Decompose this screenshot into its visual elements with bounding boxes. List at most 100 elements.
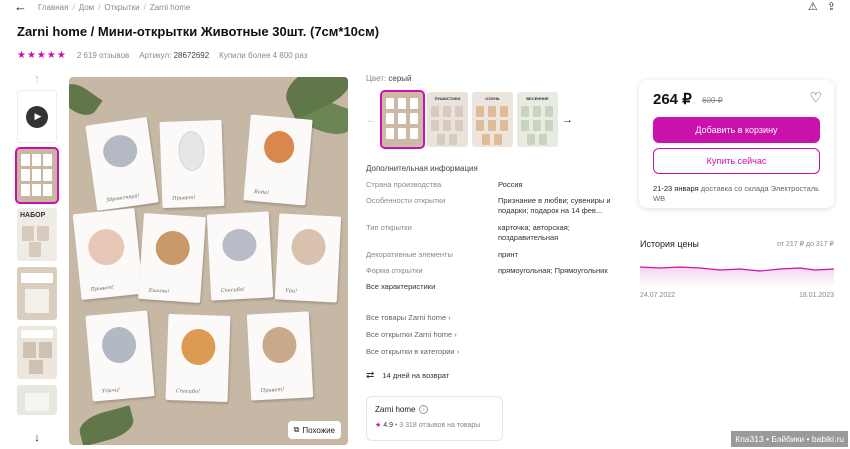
spec-key: Страна производства bbox=[366, 180, 442, 189]
similar-button[interactable]: ⧉ Похожие bbox=[287, 421, 341, 439]
share-icon[interactable]: ⇪ bbox=[827, 0, 836, 13]
variant-4[interactable]: ВЕСЕННИЕ bbox=[517, 92, 558, 147]
main-product-image[interactable]: Здравствуй! Привет! Вода! Привет! Ешьте!… bbox=[69, 77, 348, 445]
variant-label: ОСЕНЬ bbox=[485, 96, 500, 101]
seller-name[interactable]: Zarni home bbox=[375, 405, 415, 414]
spec-key: Форма открытки bbox=[366, 266, 423, 275]
breadcrumb: Главная / Дом / Открытки / Zarni home bbox=[38, 3, 190, 12]
variant-2[interactable]: ПУШИСТИКИ bbox=[427, 92, 468, 147]
return-icon: ⇄ bbox=[366, 370, 375, 381]
thumbnail-image-2[interactable]: НАБОР bbox=[17, 208, 57, 261]
breadcrumb-separator: / bbox=[72, 3, 75, 12]
card-signature: Привет! bbox=[90, 284, 115, 293]
card-dog: Привет! bbox=[72, 207, 144, 301]
price-history-range: от 217 ₽ до 317 ₽ bbox=[777, 241, 834, 248]
seller-rating-value: 4.9 bbox=[383, 422, 393, 429]
card-tiger: Спасибо! bbox=[165, 313, 231, 403]
thumb-up-arrow-icon[interactable]: ↑ bbox=[17, 72, 57, 90]
breadcrumb-item-dom[interactable]: Дом bbox=[79, 3, 94, 12]
card-bunny-2: Ура! bbox=[274, 213, 342, 303]
thumbnail-video[interactable]: ▶ bbox=[17, 90, 57, 143]
variant-label: ВЕСЕННИЕ bbox=[526, 96, 549, 101]
bought-count: Купили более 4 800 раз bbox=[219, 51, 308, 60]
article-number: Артикул: 28672692 bbox=[139, 51, 209, 60]
reviews-count-link[interactable]: 2 619 отзывов bbox=[77, 51, 129, 60]
star-icon: ★ bbox=[375, 422, 382, 429]
price-history-start-date: 24.07.2022 bbox=[640, 292, 676, 299]
all-brand-cards-link[interactable]: Все открытки Zarni home › bbox=[366, 330, 457, 339]
report-icon[interactable]: ⚠ bbox=[808, 0, 818, 13]
card-signature: Привет! bbox=[172, 194, 196, 202]
breadcrumb-separator: / bbox=[98, 3, 101, 12]
color-value: серый bbox=[388, 74, 412, 83]
thumbnail-image-3[interactable] bbox=[17, 267, 57, 320]
spec-value: принт bbox=[498, 250, 518, 259]
product-info: Цвет: серый ← ПУШИСТИКИ ОСЕНЬ ВЕСЕННИЕ → bbox=[366, 74, 626, 441]
variant-3[interactable]: ОСЕНЬ bbox=[472, 92, 513, 147]
similar-label: Похожие bbox=[302, 425, 335, 435]
thumbnail-image-5[interactable] bbox=[17, 385, 57, 415]
card-elephant: Здравствуй! bbox=[85, 117, 159, 211]
card-signature: Здравствуй! bbox=[105, 192, 140, 204]
price-history-title: История цены bbox=[640, 239, 699, 249]
color-variants: ← ПУШИСТИКИ ОСЕНЬ ВЕСЕННИЕ → bbox=[366, 90, 574, 149]
spec-key: Тип открытки bbox=[366, 223, 412, 232]
specs-title: Дополнительная информация bbox=[366, 164, 478, 173]
seller-card[interactable]: Zarni home i ★ 4.9 • 3 318 отзывов на то… bbox=[366, 396, 503, 441]
thumb-nabor-label: НАБОР bbox=[20, 212, 46, 219]
card-cat: Спасибо! bbox=[206, 211, 274, 301]
card-signature: Спасибо! bbox=[220, 286, 246, 295]
variants-next-arrow-icon[interactable]: → bbox=[562, 114, 574, 126]
spec-value: Россия bbox=[498, 180, 523, 189]
info-icon[interactable]: i bbox=[419, 405, 429, 414]
thumb-down-arrow-icon[interactable]: ↓ bbox=[17, 431, 57, 449]
breadcrumb-item-home[interactable]: Главная bbox=[38, 3, 68, 12]
card-signature: Спасибо! bbox=[175, 388, 201, 396]
all-characteristics-link[interactable]: Все характеристики bbox=[366, 282, 435, 291]
card-signature: Привет! bbox=[260, 386, 285, 395]
return-info: ⇄ 14 дней на возврат bbox=[366, 370, 449, 381]
card-signature: Ура! bbox=[285, 287, 298, 295]
favorite-heart-icon[interactable]: ♡ bbox=[809, 89, 822, 106]
card-mouse: Удачи! bbox=[85, 310, 155, 402]
card-signature: Удачи! bbox=[101, 387, 121, 395]
buy-now-button[interactable]: Купить сейчас bbox=[653, 148, 820, 174]
spec-value: прямоугольная; Прямоугольник bbox=[498, 266, 608, 275]
card-signature: Вода! bbox=[253, 189, 270, 197]
spec-key: Декоративные элементы bbox=[366, 250, 453, 259]
breadcrumb-separator: / bbox=[143, 3, 146, 12]
buy-box: 264 ₽ 600 ₽ ♡ Добавить в корзину Купить … bbox=[639, 80, 834, 208]
card-signature: Ешьте! bbox=[148, 287, 170, 295]
add-to-cart-button[interactable]: Добавить в корзину bbox=[653, 117, 820, 143]
delivery-date: 21-23 января bbox=[653, 184, 699, 193]
variants-prev-arrow-icon[interactable]: ← bbox=[366, 114, 378, 126]
variant-1[interactable] bbox=[380, 90, 425, 149]
card-lion: Ешьте! bbox=[138, 212, 206, 304]
price-history-end-date: 18.01.2023 bbox=[798, 292, 834, 299]
article-value: 28672692 bbox=[173, 51, 210, 60]
delivery-info: 21-23 января доставка со склада Электрос… bbox=[653, 184, 828, 204]
thumbnail-strip: ↑ ▶ НАБОР ↓ bbox=[15, 72, 59, 449]
seller-reviews: 3 318 отзывов на товары bbox=[399, 422, 481, 429]
spec-value: Признание в любви; сувениры и подарки; п… bbox=[498, 196, 611, 215]
breadcrumb-item-brand[interactable]: Zarni home bbox=[150, 3, 190, 12]
spec-value: карточка; авторская; поздравительная bbox=[498, 223, 570, 242]
color-label-text: Цвет: bbox=[366, 74, 387, 83]
similar-icon: ⧉ bbox=[293, 425, 300, 434]
watermark: Кпа313 • Бэйбики • babiki.ru bbox=[731, 431, 848, 447]
back-arrow-icon[interactable]: ← bbox=[14, 0, 27, 13]
thumbnail-image-1[interactable] bbox=[15, 147, 59, 204]
product-title: Zarni home / Мини-открытки Животные 30шт… bbox=[17, 24, 380, 39]
all-category-cards-link[interactable]: Все открытки в категории › bbox=[366, 347, 459, 356]
return-text: 14 дней на возврат bbox=[382, 371, 450, 380]
seller-rating: ★ 4.9 • 3 318 отзывов на товары bbox=[375, 422, 481, 429]
thumbnail-image-4[interactable] bbox=[17, 326, 57, 379]
old-price: 600 ₽ bbox=[702, 96, 723, 105]
color-label: Цвет: серый bbox=[366, 74, 626, 83]
all-brand-items-link[interactable]: Все товары Zarni home › bbox=[366, 313, 451, 322]
price-history-chart[interactable] bbox=[640, 258, 834, 288]
card-fox: Вода! bbox=[243, 114, 313, 206]
product-meta: ★★★★★ 2 619 отзывов Артикул: 28672692 Ку… bbox=[17, 50, 307, 61]
price-history: История цены от 217 ₽ до 317 ₽ 24.07.202… bbox=[640, 238, 834, 304]
breadcrumb-item-cards[interactable]: Открытки bbox=[104, 3, 139, 12]
